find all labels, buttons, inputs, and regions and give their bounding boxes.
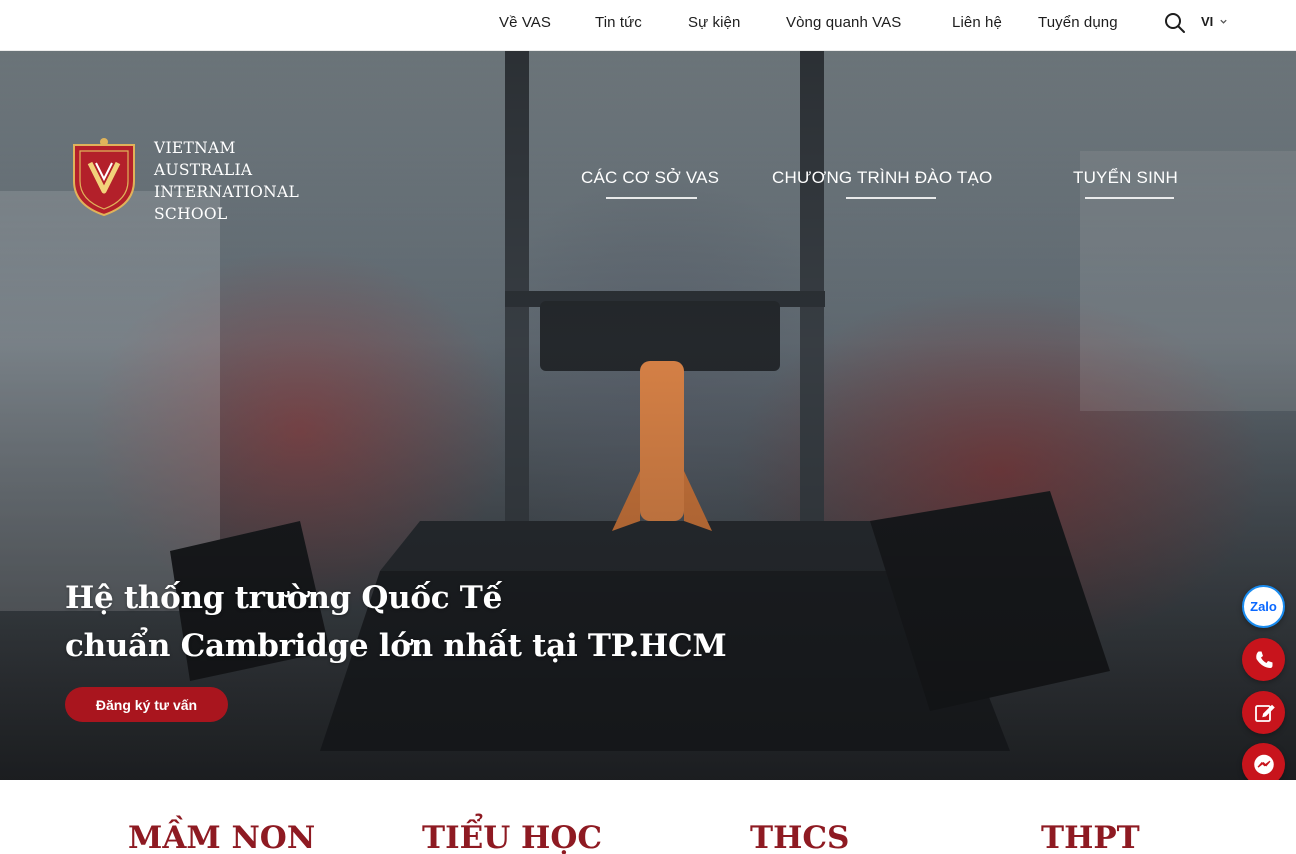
logo-wordmark: VIETNAM AUSTRALIA INTERNATIONAL SCHOOL <box>154 137 299 225</box>
hero-banner: VIETNAM AUSTRALIA INTERNATIONAL SCHOOL C… <box>0 51 1296 780</box>
language-label: VI <box>1201 14 1214 29</box>
logo-line-2: AUSTRALIA <box>154 161 253 179</box>
hero-title: Hệ thống trường Quốc Tế chuẩn Cambridge … <box>65 578 727 674</box>
nav-link-lien-he[interactable]: Liên hệ <box>952 14 1002 31</box>
language-selector[interactable]: VI <box>1201 14 1228 29</box>
school-crest-icon <box>73 138 135 217</box>
logo-line-3: INTERNATIONAL <box>154 183 300 201</box>
level-mam-non[interactable]: MẦM NON <box>128 820 315 854</box>
phone-icon <box>1255 651 1272 668</box>
nav-link-su-kien[interactable]: Sự kiện <box>688 14 740 31</box>
messenger-button[interactable] <box>1242 743 1285 780</box>
logo-line-4: SCHOOL <box>154 205 228 223</box>
level-thcs[interactable]: THCS <box>750 820 849 854</box>
mainnav-cac-co-so[interactable]: CÁC CƠ SỞ VAS <box>581 168 719 188</box>
register-form-button[interactable] <box>1242 691 1285 734</box>
nav-link-tuyen-dung[interactable]: Tuyển dụng <box>1038 14 1118 31</box>
register-consult-button[interactable]: Đăng ký tư vấn <box>65 687 228 722</box>
logo-line-1: VIETNAM <box>154 139 236 157</box>
messenger-icon <box>1253 754 1274 774</box>
phone-call-button[interactable] <box>1242 638 1285 681</box>
nav-link-vong-quanh-vas[interactable]: Vòng quanh VAS <box>786 14 901 31</box>
mainnav-chuong-trinh-dao-tao[interactable]: CHƯƠNG TRÌNH ĐÀO TẠO <box>772 168 992 188</box>
level-tieu-hoc[interactable]: TIỂU HỌC <box>422 820 602 854</box>
zalo-chat-button[interactable]: Zalo <box>1242 585 1285 628</box>
hero-title-line-2: chuẩn Cambridge lớn nhất tại TP.HCM <box>65 628 727 664</box>
school-levels-strip: MẦM NON TIỂU HỌC THCS THPT <box>0 780 1296 854</box>
mainnav-underline <box>1085 197 1174 199</box>
hero-title-line-1: Hệ thống trường Quốc Tế <box>65 580 502 616</box>
search-icon[interactable] <box>1163 11 1187 35</box>
top-utility-bar: Về VAS Tin tức Sự kiện Vòng quanh VAS Li… <box>0 0 1296 51</box>
nav-link-tin-tuc[interactable]: Tin tức <box>595 14 642 31</box>
mainnav-underline <box>846 197 936 199</box>
mainnav-tuyen-sinh[interactable]: TUYỂN SINH <box>1073 168 1178 188</box>
school-logo[interactable]: VIETNAM AUSTRALIA INTERNATIONAL SCHOOL <box>66 137 299 225</box>
nav-link-ve-vas[interactable]: Về VAS <box>499 14 551 31</box>
zalo-icon: Zalo <box>1250 599 1277 614</box>
edit-form-icon <box>1254 704 1275 722</box>
level-thpt[interactable]: THPT <box>1041 820 1140 854</box>
mainnav-underline <box>606 197 697 199</box>
chevron-down-icon <box>1220 19 1227 24</box>
